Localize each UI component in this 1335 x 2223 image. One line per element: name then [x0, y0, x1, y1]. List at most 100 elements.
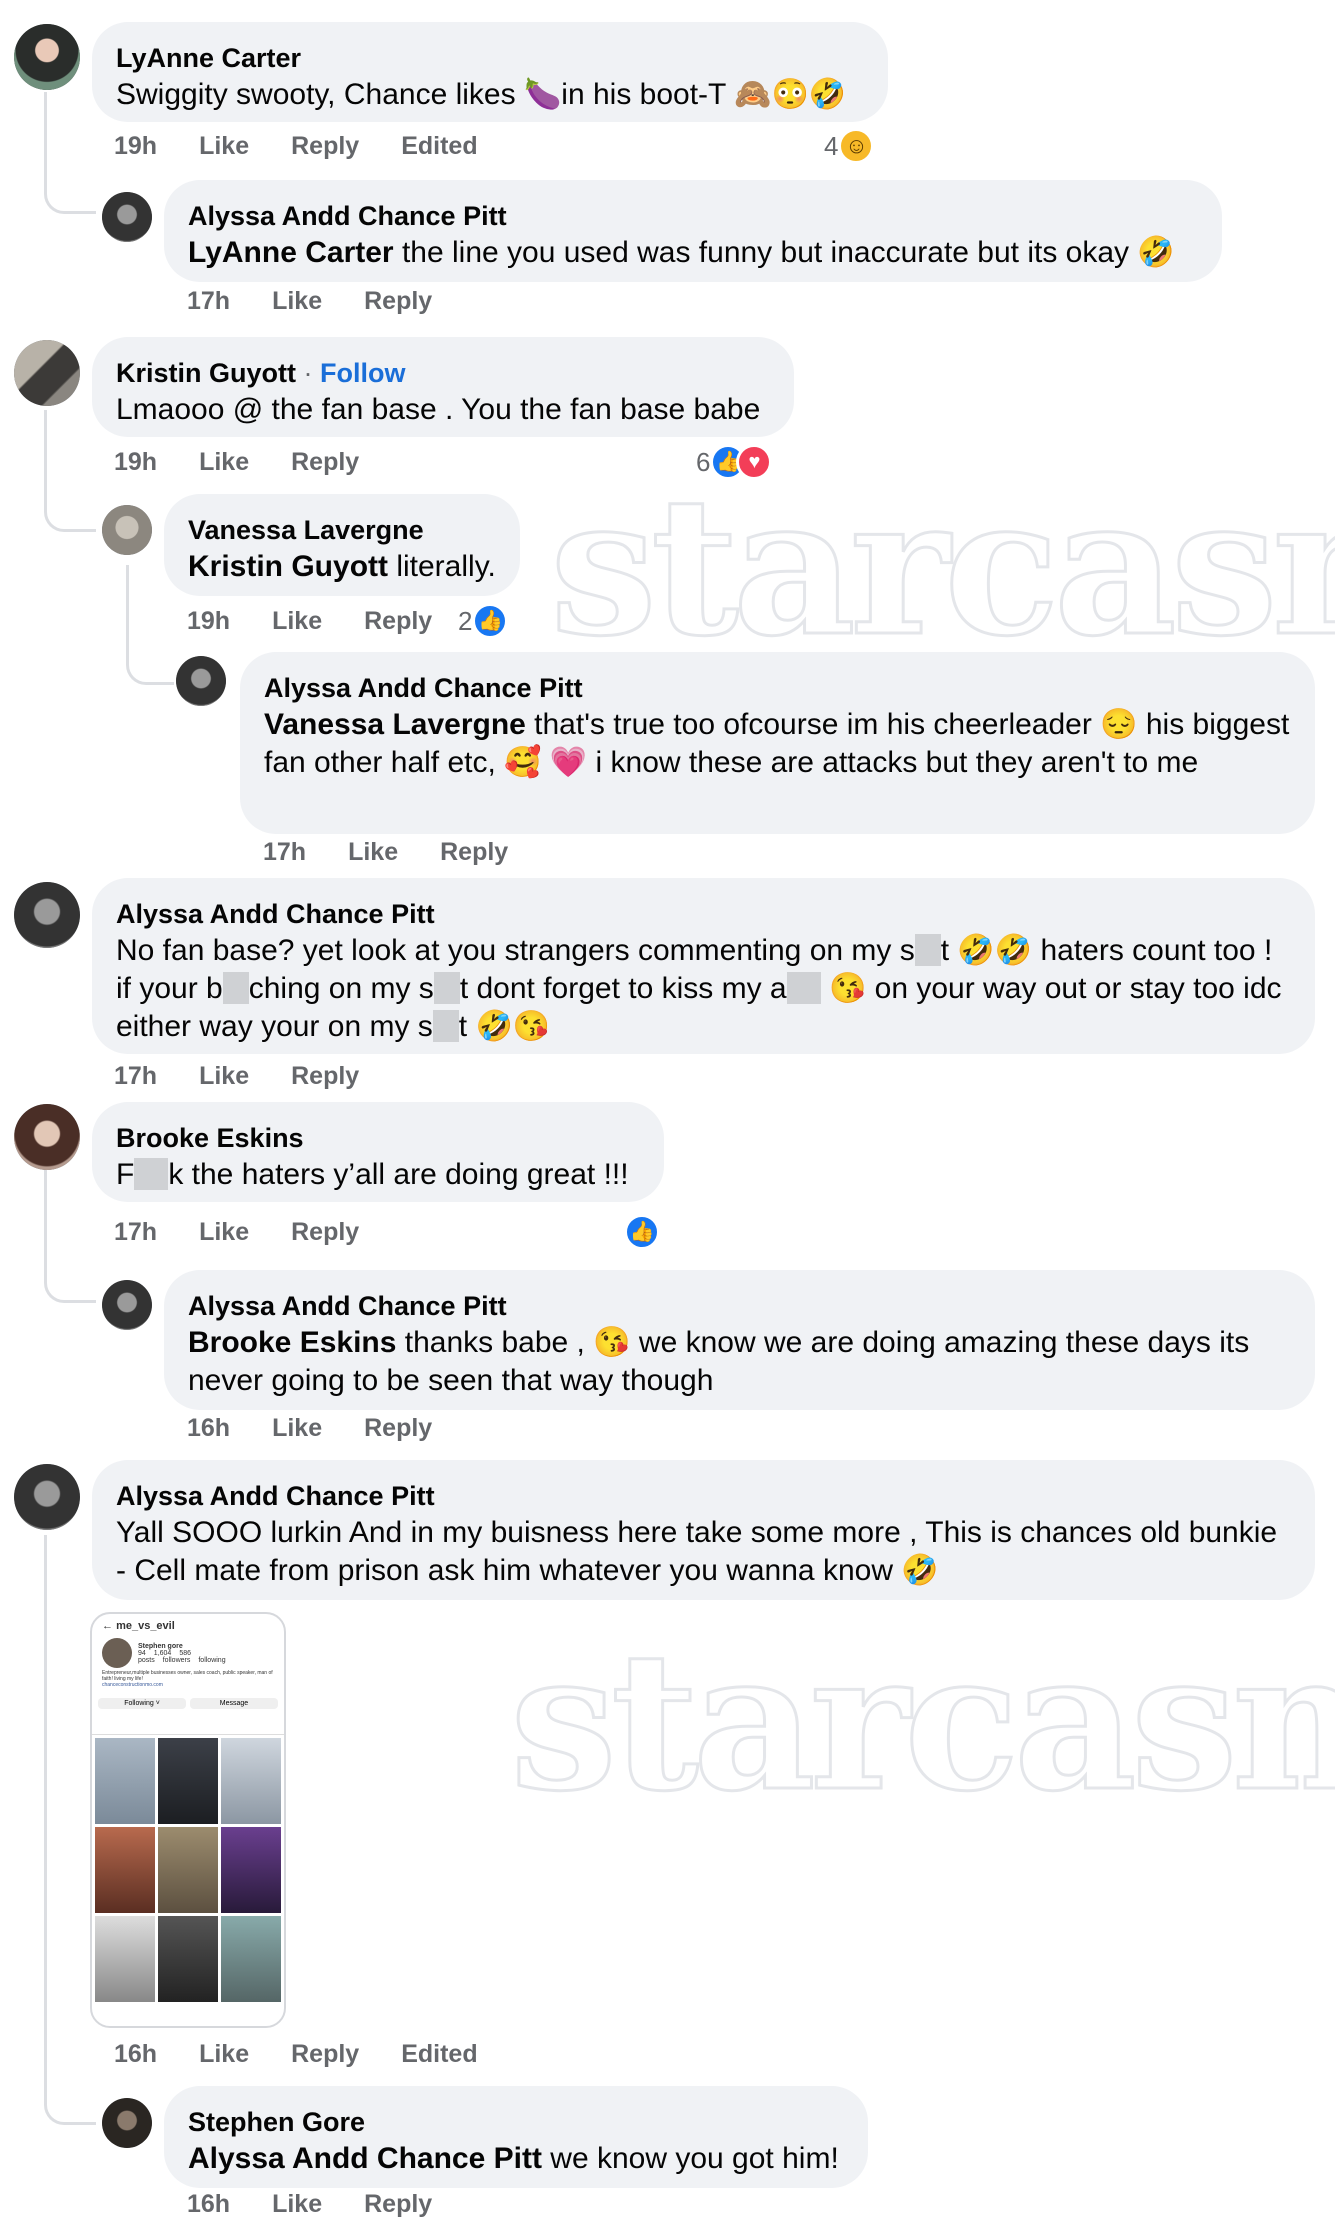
comment-bubble: Alyssa Andd Chance Pitt Yall SOOO lurkin…	[92, 1460, 1315, 1600]
edited-label[interactable]: Edited	[401, 132, 477, 161]
avatar[interactable]	[102, 1280, 152, 1330]
comment-bubble: Vanessa Lavergne Kristin Guyott literall…	[164, 494, 520, 596]
profile-link[interactable]: chanceconstructionmo.com	[102, 1682, 274, 1688]
comment-time[interactable]: 17h	[114, 1062, 157, 1091]
comment-actions: 19h Like Reply	[114, 448, 359, 477]
mention-link[interactable]: Vanessa Lavergne	[264, 708, 526, 741]
reply-button[interactable]: Reply	[291, 1062, 359, 1091]
comment-author[interactable]: Kristin Guyott · Follow	[116, 355, 770, 391]
love-reaction-icon: ♥	[736, 444, 773, 480]
like-button[interactable]: Like	[199, 2040, 249, 2069]
avatar[interactable]	[102, 192, 152, 242]
censor-box	[433, 972, 460, 1004]
like-button[interactable]: Like	[199, 448, 249, 477]
comment-time[interactable]: 16h	[114, 2040, 157, 2069]
attachment-screenshot[interactable]: ← me_vs_evil Stephen gore 94 1,604 586 pos…	[90, 1612, 286, 2028]
comment-time[interactable]: 17h	[114, 1218, 157, 1247]
avatar[interactable]	[102, 505, 152, 555]
thread-line	[44, 1535, 96, 2125]
reply-button[interactable]: Reply	[291, 2040, 359, 2069]
censor-box	[222, 972, 249, 1004]
comment-text: LyAnne Carter the line you used was funn…	[188, 236, 1175, 269]
reaction-summary[interactable]: 2 👍	[458, 603, 509, 639]
comment-author[interactable]: Brooke Eskins	[116, 1120, 640, 1156]
comment-bubble: Brooke Eskins Fk the haters y’all are do…	[92, 1102, 664, 1202]
reply-button[interactable]: Reply	[364, 607, 432, 636]
avatar[interactable]	[14, 1464, 80, 1530]
comment-author[interactable]: Alyssa Andd Chance Pitt	[188, 1288, 1291, 1324]
reply-button[interactable]: Reply	[364, 287, 432, 316]
reply-button[interactable]: Reply	[291, 132, 359, 161]
comment-actions: 17h Like Reply	[114, 1218, 359, 1247]
comment-time[interactable]: 17h	[187, 287, 230, 316]
profile-avatar	[102, 1638, 132, 1668]
like-reaction-icon: 👍	[624, 1214, 660, 1250]
comment-actions: 16h Like Reply Edited	[114, 2040, 478, 2069]
photo-grid	[92, 1738, 284, 2002]
like-button[interactable]: Like	[199, 132, 249, 161]
avatar[interactable]	[14, 882, 80, 948]
comment-author[interactable]: Vanessa Lavergne	[188, 512, 496, 548]
profile-header: ← me_vs_evil Stephen gore 94 1,604 586 pos…	[102, 1620, 274, 1688]
reply-button[interactable]: Reply	[291, 448, 359, 477]
comment-text: Yall SOOO lurkin And in my buisness here…	[116, 1516, 1278, 1587]
avatar[interactable]	[102, 2098, 152, 2148]
comment-bubble: LyAnne Carter Swiggity swooty, Chance li…	[92, 22, 888, 122]
photo-thumbnail	[221, 1916, 281, 2002]
like-button[interactable]: Like	[348, 838, 398, 867]
following-button[interactable]: Following ˅	[98, 1698, 186, 1709]
comment-time[interactable]: 19h	[187, 607, 230, 636]
thread-line	[44, 92, 96, 214]
photo-thumbnail	[158, 1738, 218, 1824]
comment-time[interactable]: 16h	[187, 1414, 230, 1443]
avatar[interactable]	[176, 656, 226, 706]
comment-text: Fk the haters y’all are doing great !!!	[116, 1158, 629, 1191]
like-button[interactable]: Like	[199, 1218, 249, 1247]
comment-time[interactable]: 19h	[114, 132, 157, 161]
photo-thumbnail	[158, 1916, 218, 2002]
follow-button[interactable]: Follow	[320, 358, 405, 388]
reply-button[interactable]: Reply	[364, 2190, 432, 2219]
comment-time[interactable]: 19h	[114, 448, 157, 477]
mention-link[interactable]: Alyssa Andd Chance Pitt	[188, 2142, 542, 2175]
avatar[interactable]	[14, 24, 80, 90]
comment-text: Kristin Guyott literally.	[188, 550, 496, 583]
comment-author[interactable]: Stephen Gore	[188, 2104, 844, 2140]
comment-actions: 19h Like Reply	[187, 607, 432, 636]
watermark: starcasm	[549, 454, 1335, 680]
comment-author[interactable]: Alyssa Andd Chance Pitt	[116, 896, 1291, 932]
like-button[interactable]: Like	[272, 607, 322, 636]
photo-thumbnail	[95, 1916, 155, 2002]
comment-actions: 19h Like Reply Edited	[114, 132, 478, 161]
like-button[interactable]: Like	[272, 287, 322, 316]
like-button[interactable]: Like	[199, 1062, 249, 1091]
comment-author[interactable]: Alyssa Andd Chance Pitt	[188, 198, 1198, 234]
mention-link[interactable]: Brooke Eskins	[188, 1326, 396, 1359]
edited-label[interactable]: Edited	[401, 2040, 477, 2069]
avatar[interactable]	[14, 340, 80, 406]
comment-author[interactable]: Alyssa Andd Chance Pitt	[264, 670, 1291, 706]
reaction-summary[interactable]: 4 ☺	[824, 128, 875, 164]
reaction-summary[interactable]: 6 👍 ♥	[696, 444, 773, 480]
photo-thumbnail	[158, 1827, 218, 1913]
reply-button[interactable]: Reply	[291, 1218, 359, 1247]
comment-bubble: Alyssa Andd Chance Pitt Brooke Eskins th…	[164, 1270, 1315, 1410]
mention-link[interactable]: Kristin Guyott	[188, 550, 388, 583]
reaction-summary[interactable]: 👍	[624, 1214, 660, 1250]
comment-text: Lmaooo @ the fan base . You the fan base…	[116, 393, 761, 426]
like-button[interactable]: Like	[272, 1414, 322, 1443]
censor-box	[432, 1010, 459, 1042]
comment-time[interactable]: 17h	[263, 838, 306, 867]
comment-author[interactable]: LyAnne Carter	[116, 40, 864, 76]
reply-button[interactable]: Reply	[440, 838, 508, 867]
avatar[interactable]	[14, 1104, 80, 1170]
comment-time[interactable]: 16h	[187, 2190, 230, 2219]
comment-text: Alyssa Andd Chance Pitt we know you got …	[188, 2142, 839, 2175]
mention-link[interactable]: LyAnne Carter	[188, 236, 394, 269]
comment-author[interactable]: Alyssa Andd Chance Pitt	[116, 1478, 1291, 1514]
like-button[interactable]: Like	[272, 2190, 322, 2219]
comment-bubble: Alyssa Andd Chance Pitt Vanessa Lavergne…	[240, 652, 1315, 834]
message-button[interactable]: Message	[190, 1698, 278, 1709]
reply-button[interactable]: Reply	[364, 1414, 432, 1443]
profile-bio: Entrepreneur,multiple businesses owner, …	[102, 1670, 273, 1682]
